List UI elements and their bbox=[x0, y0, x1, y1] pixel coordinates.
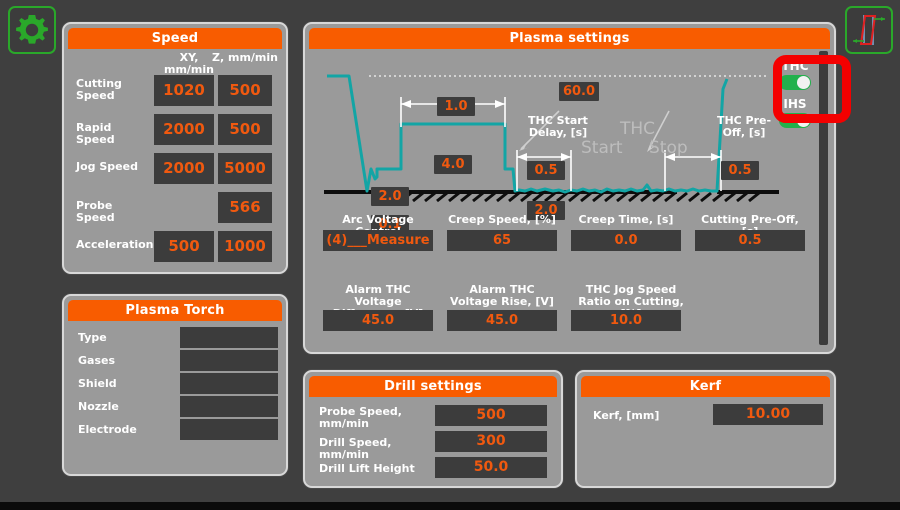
torch-label-nozzle: Nozzle bbox=[78, 401, 119, 413]
kerf-panel: Kerf Kerf, [mm] 10.00 bbox=[575, 370, 836, 488]
drill-lift-height-field[interactable]: 50.0 bbox=[435, 457, 547, 478]
cut-height-value[interactable]: 4.0 bbox=[434, 155, 472, 174]
thc-toggle-switch[interactable] bbox=[779, 75, 811, 90]
speed-acceleration-xy-field[interactable]: 500 bbox=[154, 231, 214, 262]
ihs-height-value[interactable]: 2.0 bbox=[371, 187, 409, 206]
thc-word-label: THC bbox=[620, 120, 655, 138]
torch-label-shield: Shield bbox=[78, 378, 117, 390]
torch-shield-field[interactable] bbox=[180, 373, 278, 394]
arrow-head-right-2 bbox=[561, 153, 571, 161]
speed-panel-title: Speed bbox=[68, 28, 282, 49]
speed-rapid-z-field[interactable]: 500 bbox=[218, 114, 272, 145]
torch-panel-title: Plasma Torch bbox=[68, 300, 282, 321]
arrow-head-right bbox=[495, 100, 505, 108]
thc-pre-off-value[interactable]: 0.5 bbox=[721, 161, 759, 180]
plasma-panel-title: Plasma settings bbox=[309, 28, 830, 49]
torch-nozzle-field[interactable] bbox=[180, 396, 278, 417]
ihs-toggle-label: IHS bbox=[773, 98, 817, 111]
torch-label-electrode: Electrode bbox=[78, 424, 137, 436]
ihs-toggle[interactable]: IHS bbox=[773, 98, 817, 128]
torch-label-gases: Gases bbox=[78, 355, 115, 367]
speed-probe-z-field[interactable]: 566 bbox=[218, 192, 272, 223]
thc-stop-word: Stop bbox=[649, 139, 688, 157]
torch-electrode-field[interactable] bbox=[180, 419, 278, 440]
workpiece-hatch bbox=[377, 193, 759, 201]
speed-row-label-rapid: Rapid Speed bbox=[76, 122, 152, 146]
speed-panel: Speed XY, mm/min Z, mm/min Cutting Speed… bbox=[62, 22, 288, 274]
drill-settings-panel: Drill settings Probe Speed, mm/min 500 D… bbox=[303, 370, 563, 488]
thc-pre-off-caption: THC Pre-Off, [s] bbox=[709, 115, 779, 139]
creep-speed-label: Creep Speed, [%] bbox=[447, 214, 557, 226]
cutting-pre-off-field[interactable]: 0.5 bbox=[695, 230, 805, 251]
kerf-panel-title: Kerf bbox=[581, 376, 830, 397]
drill-panel-title: Drill settings bbox=[309, 376, 557, 397]
alarm-thc-voltage-difference-field[interactable]: 45.0 bbox=[323, 310, 433, 331]
thc-start-word: Start bbox=[581, 139, 623, 157]
arc-voltage-control-field[interactable]: (4)___Measure bbox=[323, 230, 433, 251]
speed-rapid-xy-field[interactable]: 2000 bbox=[154, 114, 214, 145]
ihs-toggle-switch[interactable] bbox=[779, 113, 811, 128]
drill-label-drill-speed: Drill Speed, mm/min bbox=[319, 437, 429, 461]
drill-probe-speed-field[interactable]: 500 bbox=[435, 405, 547, 426]
arrow-head-left bbox=[401, 100, 411, 108]
plasma-settings-panel: Plasma settings bbox=[303, 22, 836, 354]
alarm-thc-voltage-rise-label: Alarm THC Voltage Rise, [V] bbox=[447, 284, 557, 308]
thc-toggle-label: THC bbox=[773, 60, 817, 73]
thc-start-delay-caption: THC Start Delay, [s] bbox=[512, 115, 604, 139]
speed-row-label-acceleration: Acceleration bbox=[76, 239, 152, 251]
thc-toggle-knob bbox=[797, 76, 810, 89]
settings-gear-button[interactable] bbox=[8, 6, 56, 54]
speed-acceleration-z-field[interactable]: 1000 bbox=[218, 231, 272, 262]
alarm-thc-voltage-rise-field[interactable]: 45.0 bbox=[447, 310, 557, 331]
drill-label-lift-height: Drill Lift Height bbox=[319, 463, 429, 475]
thc-toggle[interactable]: THC bbox=[773, 60, 817, 90]
gear-icon bbox=[10, 8, 54, 52]
speed-cutting-z-field[interactable]: 500 bbox=[218, 75, 272, 106]
kerf-field[interactable]: 10.00 bbox=[713, 404, 823, 425]
bevel-skew-button[interactable] bbox=[845, 6, 893, 54]
ihs-toggle-knob bbox=[797, 114, 810, 127]
drill-label-probe-speed: Probe Speed, mm/min bbox=[319, 406, 419, 430]
plasma-cnc-settings-screen: Speed XY, mm/min Z, mm/min Cutting Speed… bbox=[0, 0, 900, 510]
speed-jog-xy-field[interactable]: 2000 bbox=[154, 153, 214, 184]
speed-col-header-z: Z, mm/min bbox=[210, 52, 280, 64]
thc-jog-speed-ratio-field[interactable]: 10.0 bbox=[571, 310, 681, 331]
creep-time-label: Creep Time, [s] bbox=[571, 214, 681, 226]
speed-row-label-cutting: Cutting Speed bbox=[76, 78, 148, 102]
plasma-torch-panel: Plasma Torch Type Gases Shield Nozzle El… bbox=[62, 294, 288, 476]
kerf-label: Kerf, [mm] bbox=[593, 410, 693, 422]
torch-label-type: Type bbox=[78, 332, 107, 344]
thc-start-delay-value[interactable]: 0.5 bbox=[527, 161, 565, 180]
plasma-height-profile-chart: 60.0 1.0 4.0 2.0 0.1 0.5 2.0 0.5 THC Sta… bbox=[309, 49, 824, 221]
creep-time-field[interactable]: 0.0 bbox=[571, 230, 681, 251]
plasma-panel-scrollbar[interactable] bbox=[819, 51, 828, 345]
creep-speed-field[interactable]: 65 bbox=[447, 230, 557, 251]
torch-gases-field[interactable] bbox=[180, 350, 278, 371]
speed-row-label-jog: Jog Speed bbox=[76, 161, 152, 173]
speed-row-label-probe: Probe Speed bbox=[76, 200, 152, 224]
pierce-delay-value[interactable]: 1.0 bbox=[437, 97, 475, 116]
arrow-head-left-2 bbox=[517, 153, 527, 161]
drill-speed-field[interactable]: 300 bbox=[435, 431, 547, 452]
torch-type-field[interactable] bbox=[180, 327, 278, 348]
pierce-height-value[interactable]: 60.0 bbox=[559, 82, 599, 101]
speed-cutting-xy-field[interactable]: 1020 bbox=[154, 75, 214, 106]
thc-toggle-group: THC IHS bbox=[773, 60, 817, 140]
bevel-skew-icon bbox=[847, 8, 891, 52]
speed-jog-z-field[interactable]: 5000 bbox=[218, 153, 272, 184]
